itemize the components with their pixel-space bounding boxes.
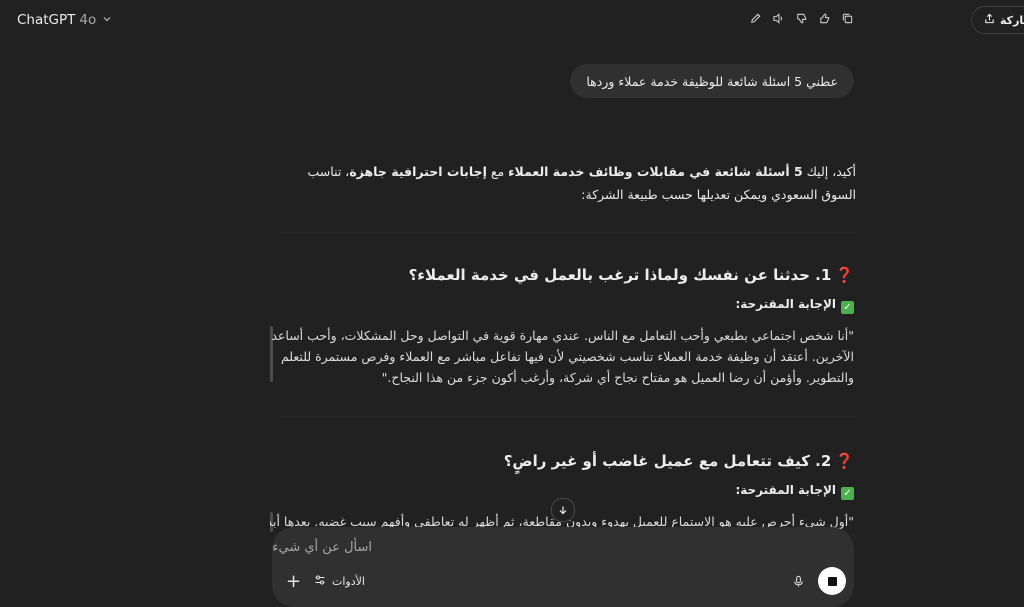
scroll-down-button[interactable] [551,498,575,522]
sliders-icon [314,574,326,589]
model-version: 4o [79,12,97,28]
share-label: مشاركة [1000,13,1024,27]
divider [280,416,856,417]
question-heading-1: ❓1. حدثنا عن نفسك ولماذا ترغب بالعمل في … [280,266,854,284]
arrow-down-icon [559,506,567,515]
question-mark-icon: ❓ [835,452,854,470]
chevron-down-icon [102,14,112,27]
user-message: عطني 5 اسئلة شائعة للوظيفة خدمة عملاء ور… [570,64,854,98]
question-title-2: 2. كيف تتعامل مع عميل غاضب أو غير راضٍ؟ [503,452,832,470]
copy-icon[interactable] [840,11,855,26]
divider [280,232,856,233]
answer-quote-1: "أنا شخص اجتماعي بطبعي وأحب التعامل مع ا… [271,328,854,385]
message-actions [748,11,855,26]
stop-icon [827,576,837,586]
share-button[interactable]: مشاركة [971,6,1024,34]
intro-bold-2: إجابات احترافية جاهزة [349,164,487,179]
model-selector[interactable]: ChatGPT 4o [17,12,112,28]
check-mark-icon: ✓ [841,301,854,314]
read-aloud-icon[interactable] [771,11,786,26]
composer: اسأل عن أي شيء + الأدوات [272,527,854,607]
intro-text-mid: مع [486,164,509,179]
share-icon [984,13,995,27]
model-name: ChatGPT [17,12,76,28]
message-input[interactable]: اسأل عن أي شيء [272,540,372,555]
assistant-intro: أكيد، إليك 5 أسئلة شائعة في مقابلات وظائ… [280,160,856,206]
top-bar: ChatGPT 4o مشاركة [0,0,1024,40]
check-mark-icon: ✓ [841,487,854,500]
answer-label-1: ✓ الإجابة المقترحة: [280,297,854,314]
intro-bold-1: 5 أسئلة شائعة في مقابلات وظائف خدمة العم… [508,164,803,179]
tools-button[interactable]: الأدوات [314,574,365,589]
thumbs-up-icon[interactable] [817,11,832,26]
answer-label-text-1: الإجابة المقترحة: [735,297,836,311]
question-mark-icon: ❓ [835,266,854,284]
question-title-1: 1. حدثنا عن نفسك ولماذا ترغب بالعمل في خ… [408,266,832,284]
stop-button[interactable] [818,567,846,595]
question-heading-2: ❓2. كيف تتعامل مع عميل غاضب أو غير راضٍ؟ [280,452,854,470]
tools-label: الأدوات [332,575,365,588]
thumbs-down-icon[interactable] [794,11,809,26]
intro-text: أكيد، إليك [802,164,856,179]
mic-icon[interactable] [792,573,805,592]
answer-label-text-2: الإجابة المقترحة: [735,483,836,497]
plus-icon[interactable]: + [286,571,301,592]
edit-icon[interactable] [748,11,763,26]
